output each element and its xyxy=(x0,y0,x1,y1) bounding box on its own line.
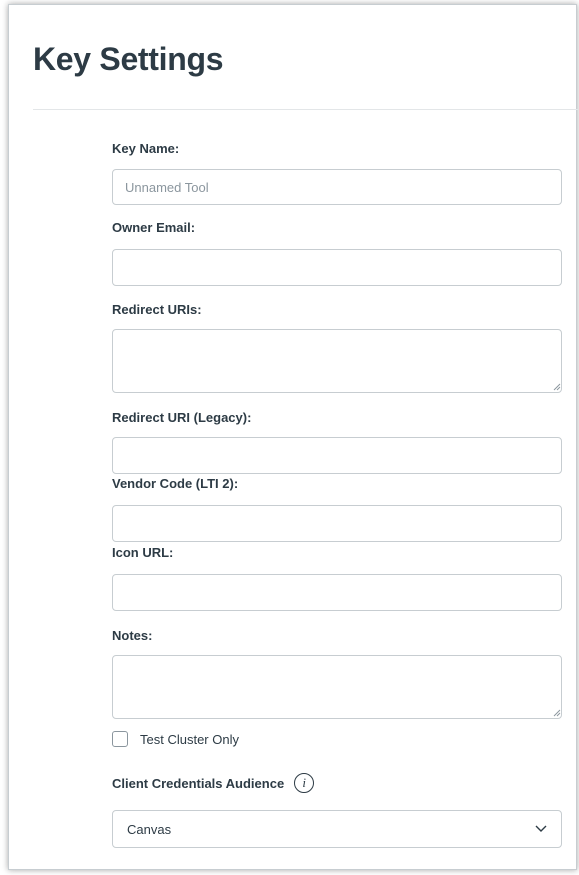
notes-textarea[interactable] xyxy=(112,655,562,719)
key-settings-panel: Key Settings Key Name: Owner Email: Redi… xyxy=(8,4,578,870)
key-name-label: Key Name: xyxy=(112,141,180,156)
icon-url-label: Icon URL: xyxy=(112,545,174,560)
notes-label: Notes: xyxy=(112,628,153,643)
title-divider xyxy=(33,109,578,110)
page-title: Key Settings xyxy=(33,41,224,77)
test-cluster-only-checkbox[interactable] xyxy=(112,731,128,747)
client-credentials-audience-select[interactable]: Canvas xyxy=(112,810,562,848)
client-credentials-audience-header: Client Credentials Audience i xyxy=(112,773,315,793)
resize-grip-icon[interactable] xyxy=(553,383,561,391)
redirect-uris-label: Redirect URIs: xyxy=(112,302,202,317)
client-credentials-audience-label: Client Credentials Audience xyxy=(112,775,285,791)
redirect-uris-textarea[interactable] xyxy=(112,329,562,393)
icon-url-input[interactable] xyxy=(112,574,562,611)
vendor-code-label: Vendor Code (LTI 2): xyxy=(112,476,239,491)
select-value: Canvas xyxy=(127,821,172,837)
test-cluster-only-row[interactable]: Test Cluster Only xyxy=(112,729,239,749)
info-icon[interactable]: i xyxy=(294,773,315,793)
redirect-uri-legacy-input[interactable] xyxy=(112,437,562,474)
chevron-down-icon xyxy=(535,825,547,832)
owner-email-input[interactable] xyxy=(112,249,562,286)
test-cluster-only-label[interactable]: Test Cluster Only xyxy=(140,732,239,747)
resize-grip-icon[interactable] xyxy=(553,709,561,717)
owner-email-label: Owner Email: xyxy=(112,220,196,235)
redirect-uri-legacy-label: Redirect URI (Legacy): xyxy=(112,410,252,425)
vendor-code-input[interactable] xyxy=(112,505,562,542)
key-name-input[interactable] xyxy=(112,169,562,205)
